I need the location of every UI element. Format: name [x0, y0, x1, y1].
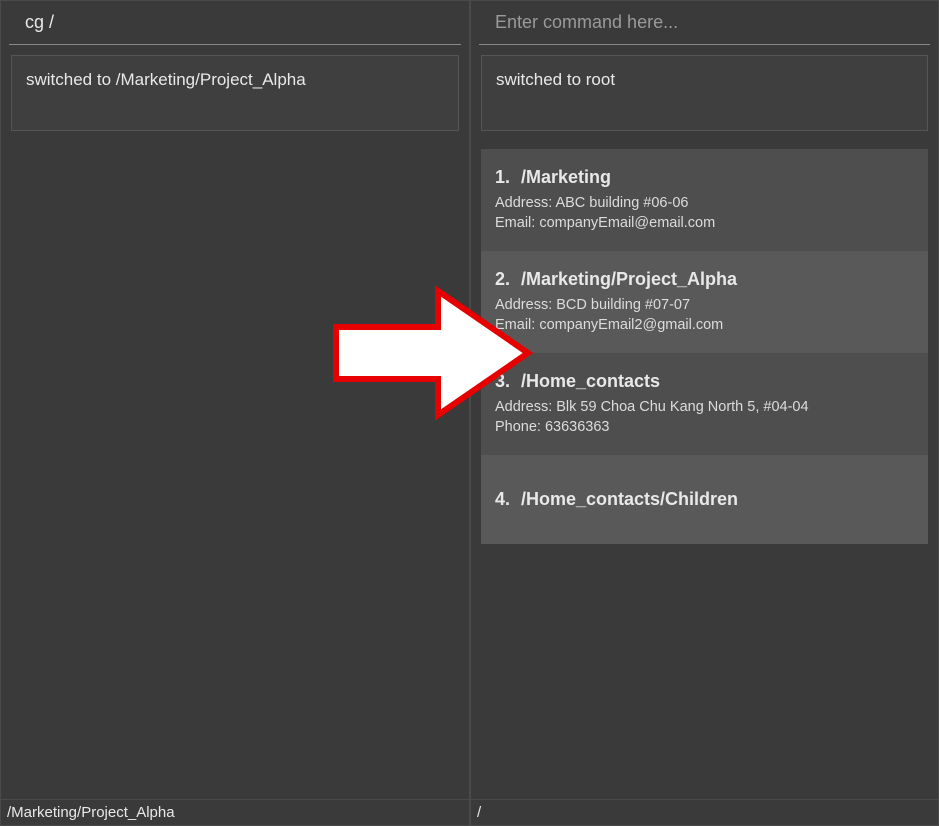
command-bar	[479, 1, 930, 45]
item-index: 3.	[495, 371, 513, 392]
item-name: /Marketing/Project_Alpha	[521, 269, 737, 290]
command-input[interactable]	[495, 12, 914, 33]
command-bar	[9, 1, 461, 45]
content-area: switched to root 1. /Marketing Address: …	[471, 45, 938, 799]
group-list: 1. /Marketing Address: ABC building #06-…	[481, 149, 928, 544]
result-message: switched to root	[481, 55, 928, 131]
item-name: /Home_contacts/Children	[521, 489, 738, 510]
item-detail: Address: Blk 59 Choa Chu Kang North 5, #…	[495, 398, 914, 418]
panel-after: switched to root 1. /Marketing Address: …	[470, 0, 939, 826]
panel-before: switched to /Marketing/Project_Alpha /Ma…	[0, 0, 470, 826]
item-detail: Phone: 63636363	[495, 418, 914, 438]
item-index: 4.	[495, 489, 513, 510]
list-item[interactable]: 1. /Marketing Address: ABC building #06-…	[481, 149, 928, 251]
item-index: 1.	[495, 167, 513, 188]
item-index: 2.	[495, 269, 513, 290]
status-bar: /	[471, 799, 938, 825]
item-detail: Email: companyEmail@email.com	[495, 214, 914, 234]
item-detail: Address: BCD building #07-07	[495, 296, 914, 316]
item-name: /Marketing	[521, 167, 611, 188]
item-name: /Home_contacts	[521, 371, 660, 392]
command-input[interactable]	[25, 12, 445, 33]
content-area: switched to /Marketing/Project_Alpha	[1, 45, 469, 799]
list-item[interactable]: 3. /Home_contacts Address: Blk 59 Choa C…	[481, 353, 928, 455]
item-detail: Address: ABC building #06-06	[495, 194, 914, 214]
list-item[interactable]: 4. /Home_contacts/Children	[481, 455, 928, 544]
status-bar: /Marketing/Project_Alpha	[1, 799, 469, 825]
result-message: switched to /Marketing/Project_Alpha	[11, 55, 459, 131]
list-item[interactable]: 2. /Marketing/Project_Alpha Address: BCD…	[481, 251, 928, 353]
item-detail: Email: companyEmail2@gmail.com	[495, 316, 914, 336]
